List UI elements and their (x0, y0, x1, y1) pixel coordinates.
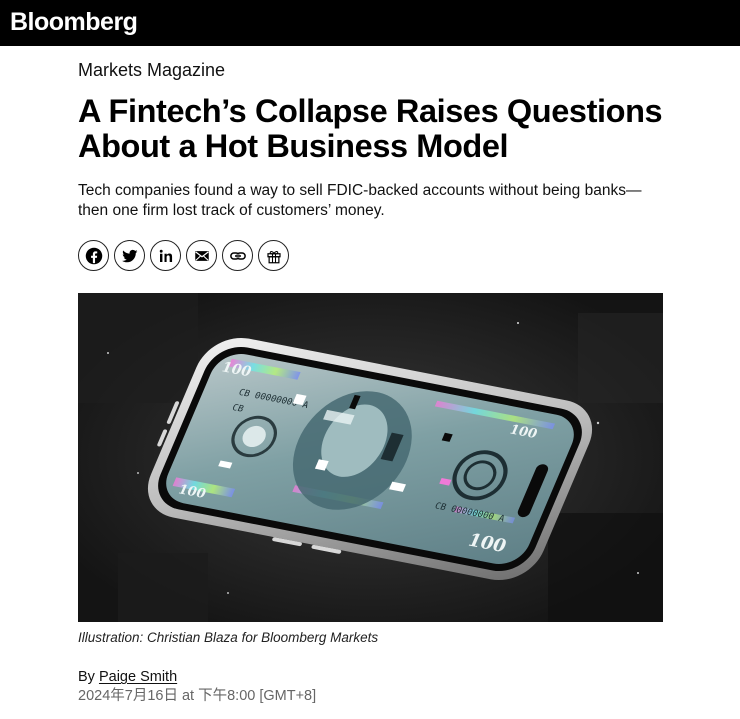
share-toolbar (78, 240, 289, 271)
facebook-icon (85, 247, 102, 264)
byline: By Paige Smith (78, 668, 177, 686)
gift-icon (266, 250, 281, 263)
share-facebook-button[interactable] (78, 240, 109, 271)
section-kicker[interactable]: Markets Magazine (78, 59, 225, 81)
share-linkedin-button[interactable] (150, 240, 181, 271)
author-link[interactable]: Paige Smith (99, 669, 177, 685)
linkedin-icon (159, 249, 172, 262)
article-headline: A Fintech’s Collapse Raises Questions Ab… (78, 94, 678, 164)
link-icon (229, 251, 246, 260)
dek-line-2: then one firm lost track of customers’ m… (78, 201, 385, 219)
copy-link-button[interactable] (222, 240, 253, 271)
hero-illustration: 100 100 100 100 CB 00000000 A CB 0000000… (78, 293, 663, 622)
gift-article-button[interactable] (258, 240, 289, 271)
email-icon (194, 250, 209, 261)
twitter-icon (121, 249, 137, 262)
image-caption: Illustration: Christian Blaza for Bloomb… (78, 630, 379, 645)
headline-line-1: A Fintech’s Collapse Raises Questions (78, 93, 663, 129)
dek-line-1: Tech companies found a way to sell FDIC-… (78, 182, 642, 199)
publish-date: 2024年7月16日 at 下午8:00 [GMT+8] (78, 688, 317, 704)
bloomberg-logo[interactable]: Bloomberg (10, 6, 138, 38)
top-navigation-bar: Bloomberg (0, 0, 740, 46)
share-twitter-button[interactable] (114, 240, 145, 271)
share-email-button[interactable] (186, 240, 217, 271)
phone-dollar-illustration: 100 100 100 100 CB 00000000 A CB 0000000… (78, 293, 663, 622)
headline-line-2: About a Hot Business Model (78, 128, 509, 164)
article-dek: Tech companies found a way to sell FDIC-… (78, 181, 668, 220)
byline-prefix: By (78, 669, 95, 685)
